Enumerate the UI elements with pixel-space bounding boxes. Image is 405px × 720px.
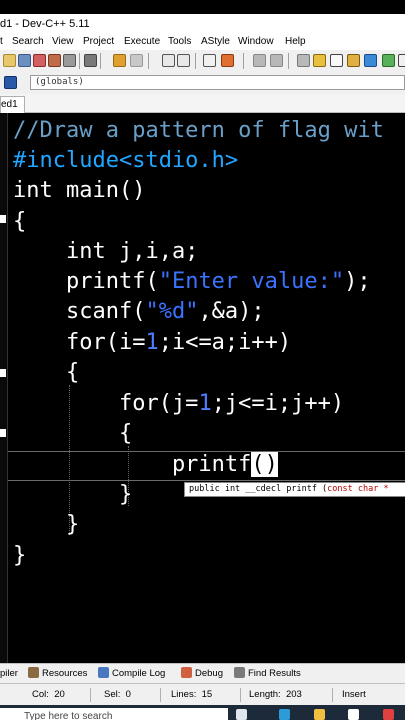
status-mode: Insert bbox=[342, 689, 366, 700]
code-line-5: int j,i,a; bbox=[13, 239, 199, 264]
status-sel: Sel: 0 bbox=[104, 689, 131, 700]
editor-tab-bar: ed1 bbox=[0, 94, 405, 113]
close-file-icon[interactable] bbox=[63, 54, 76, 67]
menu-item-astyle[interactable]: AStyle bbox=[201, 34, 230, 50]
compile-run-icon[interactable] bbox=[347, 54, 360, 67]
fold-gutter bbox=[0, 113, 8, 663]
app-icon[interactable] bbox=[383, 709, 394, 720]
debug-icon[interactable] bbox=[382, 54, 395, 67]
run-icon[interactable] bbox=[330, 54, 343, 67]
status-separator bbox=[90, 688, 91, 702]
toolbar-separator bbox=[243, 53, 244, 69]
tab-resources[interactable]: Resources bbox=[28, 664, 87, 684]
class-browser-icon[interactable] bbox=[297, 54, 310, 67]
toolbar-separator bbox=[100, 53, 101, 69]
code-line-10: for(j=1;j<=i;j++) bbox=[13, 391, 345, 416]
fold-marker[interactable] bbox=[0, 429, 6, 437]
code-line-12: printf() bbox=[13, 452, 278, 477]
menu-item-view[interactable]: View bbox=[52, 34, 74, 50]
profile-icon[interactable] bbox=[398, 54, 405, 67]
status-col: Col: 20 bbox=[32, 689, 65, 700]
code-line-7: scanf("%d",&a); bbox=[13, 299, 265, 324]
print-icon[interactable] bbox=[84, 54, 97, 67]
code-line-4: { bbox=[13, 209, 27, 234]
code-line-14: } bbox=[13, 512, 80, 537]
top-black-band bbox=[0, 0, 405, 14]
menu-item-tools[interactable]: Tools bbox=[168, 34, 191, 50]
fold-marker[interactable] bbox=[0, 215, 6, 223]
code-line-6: printf("Enter value:"); bbox=[13, 269, 371, 294]
window-title: d1 - Dev-C++ 5.11 bbox=[0, 18, 90, 30]
menu-item-edit[interactable]: t bbox=[0, 34, 3, 50]
scope-toolbar: (globals) bbox=[0, 72, 405, 95]
toolbar-separator bbox=[148, 53, 149, 69]
code-editor[interactable]: //Draw a pattern of flag wit #include<st… bbox=[0, 113, 405, 663]
title-bar: d1 - Dev-C++ 5.11 bbox=[0, 14, 405, 34]
undo-icon[interactable] bbox=[113, 54, 126, 67]
menu-bar: t Search View Project Execute Tools ASty… bbox=[0, 34, 405, 50]
file-explorer-icon[interactable] bbox=[314, 709, 325, 720]
open-project-icon[interactable] bbox=[18, 54, 31, 67]
main-toolbar bbox=[0, 50, 405, 73]
find-icon[interactable] bbox=[162, 54, 175, 67]
scope-dropdown[interactable]: (globals) bbox=[30, 75, 405, 90]
toolbar-separator bbox=[288, 53, 289, 69]
compile-icon[interactable] bbox=[313, 54, 326, 67]
save-all-icon[interactable] bbox=[48, 54, 61, 67]
menu-item-help[interactable]: Help bbox=[285, 34, 306, 50]
toolbar-separator bbox=[79, 53, 80, 69]
code-line-9: { bbox=[13, 360, 80, 385]
menu-item-search[interactable]: Search bbox=[12, 34, 44, 50]
bottom-panel-tabs: piler Resources Compile Log Debug Find R… bbox=[0, 663, 405, 684]
code-line-8: for(i=1;i<=a;i++) bbox=[13, 330, 292, 355]
function-signature-tooltip: public int __cdecl printf (const char * bbox=[184, 482, 405, 497]
debug-tab-icon bbox=[181, 667, 192, 678]
tab-find-results[interactable]: Find Results bbox=[234, 664, 301, 684]
taskbar-search-placeholder: Type here to search bbox=[24, 711, 113, 720]
status-length: Length: 203 bbox=[249, 689, 302, 700]
status-separator bbox=[160, 688, 161, 702]
code-line-1: //Draw a pattern of flag wit bbox=[13, 118, 384, 143]
rebuild-icon[interactable] bbox=[364, 54, 377, 67]
fold-marker[interactable] bbox=[0, 369, 6, 377]
unindent-icon[interactable] bbox=[221, 54, 234, 67]
redo-icon[interactable] bbox=[130, 54, 143, 67]
project-icon[interactable] bbox=[4, 76, 17, 89]
find-results-icon bbox=[234, 667, 245, 678]
save-icon[interactable] bbox=[33, 54, 46, 67]
tab-compiler[interactable]: piler bbox=[0, 664, 18, 684]
menu-item-project[interactable]: Project bbox=[83, 34, 114, 50]
status-lines: Lines: 15 bbox=[171, 689, 213, 700]
code-line-15: } bbox=[13, 543, 27, 568]
menu-item-window[interactable]: Window bbox=[238, 34, 274, 50]
tab-debug[interactable]: Debug bbox=[181, 664, 223, 684]
status-separator bbox=[240, 688, 241, 702]
status-bar: Col: 20 Sel: 0 Lines: 15 Length: 203 Ins… bbox=[0, 683, 405, 706]
store-icon[interactable] bbox=[348, 709, 359, 720]
code-line-13: } bbox=[13, 482, 133, 507]
new-file-icon[interactable] bbox=[3, 54, 16, 67]
code-line-11: { bbox=[13, 421, 133, 446]
toolbar-separator bbox=[195, 53, 196, 69]
menu-item-execute[interactable]: Execute bbox=[124, 34, 160, 50]
tab-compile-log[interactable]: Compile Log bbox=[98, 664, 165, 684]
task-view-icon[interactable] bbox=[236, 709, 247, 720]
code-line-2: #include<stdio.h> bbox=[13, 148, 239, 173]
compile-log-icon bbox=[98, 667, 109, 678]
windows-taskbar: Type here to search bbox=[0, 705, 405, 720]
indent-icon[interactable] bbox=[203, 54, 216, 67]
status-separator bbox=[332, 688, 333, 702]
goto-line-icon[interactable] bbox=[253, 54, 266, 67]
resources-icon bbox=[28, 667, 39, 678]
taskbar-search-box[interactable]: Type here to search bbox=[0, 708, 228, 720]
replace-icon[interactable] bbox=[177, 54, 190, 67]
tab-untitled[interactable]: ed1 bbox=[0, 96, 25, 113]
edge-browser-icon[interactable] bbox=[279, 709, 290, 720]
code-line-3: int main() bbox=[13, 178, 146, 203]
bookmark-icon[interactable] bbox=[270, 54, 283, 67]
